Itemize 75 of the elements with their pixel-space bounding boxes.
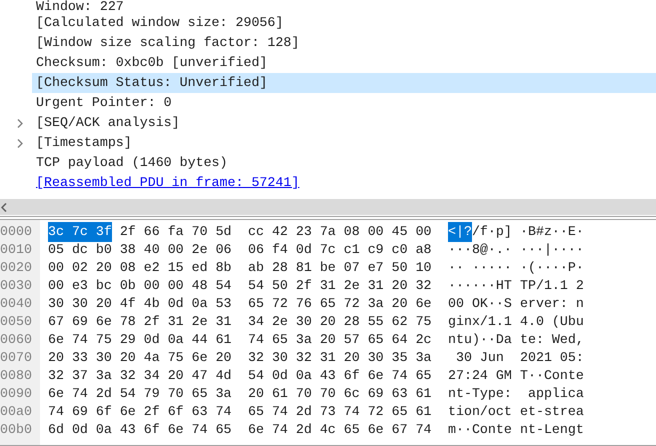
ascii-text[interactable]: 00 OK··S [448, 294, 512, 314]
hex-bytes[interactable]: 05 dc b0 38 40 00 2e 06 [48, 240, 232, 260]
hex-bytes[interactable]: 32 37 3a 32 34 20 47 4d [48, 366, 232, 386]
hex-bytes[interactable]: 06 f4 0d 7c c1 c9 c0 a8 [248, 240, 432, 260]
offset-label: 0090 [0, 385, 33, 404]
tree-item[interactable]: [Timestamps] [36, 133, 132, 153]
offset-label: 0010 [0, 241, 33, 260]
ascii-text[interactable]: ntu)··Da [448, 330, 512, 350]
ascii-text[interactable]: erver: n [520, 294, 584, 314]
hex-bytes[interactable]: 54 50 2f 31 2e 31 20 32 [248, 276, 432, 296]
offset-label: 0050 [0, 313, 33, 332]
ascii-text[interactable]: ginx/1.1 [448, 312, 512, 332]
ascii-text[interactable]: applica [520, 384, 584, 404]
ascii-text[interactable]: ·· ····· [448, 258, 512, 278]
tree-item[interactable]: [Window size scaling factor: 128] [36, 33, 300, 53]
tree-item[interactable]: [Calculated window size: 29056] [36, 13, 284, 33]
ascii-text[interactable]: nt-Lengt [520, 420, 584, 440]
hex-bytes[interactable]: 65 74 2d 73 74 72 65 61 [248, 402, 432, 422]
tree-item[interactable]: [Checksum Status: Unverified] [36, 73, 268, 93]
tree-item[interactable]: [SEQ/ACK analysis] [36, 113, 180, 133]
hex-bytes[interactable]: 6e 74 2d 4c 65 6e 67 74 [248, 420, 432, 440]
tree-item[interactable]: Window: 227 [36, 0, 124, 13]
ascii-text[interactable]: ·B#z··E· [520, 222, 584, 242]
ascii-text[interactable]: m··Conte [448, 420, 512, 440]
offset-label: 0060 [0, 331, 33, 350]
hex-bytes[interactable]: 2f 66 fa 70 5d [112, 222, 232, 242]
scroll-left-icon[interactable] [1, 202, 7, 212]
hex-bytes[interactable]: 65 72 76 65 72 3a 20 6e [248, 294, 432, 314]
hex-bytes[interactable]: 20 33 30 20 4a 75 6e 20 [48, 348, 232, 368]
selected-ascii-text[interactable]: <|? [448, 222, 472, 242]
ascii-text[interactable]: /f·p] [472, 222, 512, 242]
hex-bytes[interactable]: 34 2e 30 20 28 55 62 75 [248, 312, 432, 332]
offset-label: 0000 [0, 223, 33, 242]
hex-bytes[interactable]: 54 0d 0a 43 6f 6e 74 65 [248, 366, 432, 386]
offset-label: 0020 [0, 259, 33, 278]
selected-row-highlight[interactable]: [Checksum Status: Unverified] [32, 73, 656, 93]
ascii-text[interactable]: te: Wed, [520, 330, 584, 350]
hex-bytes[interactable]: 6e 74 2d 54 79 70 65 3a [48, 384, 232, 404]
ascii-text[interactable]: tion/oct [448, 402, 512, 422]
horizontal-scrollbar[interactable] [0, 199, 656, 215]
hex-bytes[interactable]: 00 e3 bc 0b 00 00 48 54 [48, 276, 232, 296]
hex-bytes[interactable]: 74 65 3a 20 57 65 64 2c [248, 330, 432, 350]
ascii-text[interactable]: 30 Jun [448, 348, 512, 368]
ascii-text[interactable]: ······HT [448, 276, 512, 296]
hex-bytes[interactable]: ab 28 81 be 07 e7 50 10 [248, 258, 432, 278]
ascii-text[interactable]: TP/1.1 2 [520, 276, 584, 296]
hex-bytes[interactable]: 6e 74 75 29 0d 0a 44 61 [48, 330, 232, 350]
ascii-text[interactable]: 27:24 GM [448, 366, 512, 386]
hex-bytes[interactable]: 32 30 32 31 20 30 35 3a [248, 348, 432, 368]
offset-label: 0030 [0, 277, 33, 296]
ascii-text[interactable]: 2021 05: [520, 348, 584, 368]
offset-label: 0080 [0, 367, 33, 386]
offset-label: 0040 [0, 295, 33, 314]
hex-bytes[interactable]: 20 61 70 70 6c 69 63 61 [248, 384, 432, 404]
offset-label: 0070 [0, 349, 33, 368]
ascii-text[interactable]: ···8@·.· [448, 240, 512, 260]
ascii-text[interactable]: et-strea [520, 402, 584, 422]
ascii-text[interactable]: 4.0 (Ubu [520, 312, 584, 332]
ascii-text[interactable]: ···|···· [520, 240, 584, 260]
selected-hex-bytes[interactable]: 3c 7c 3f [48, 222, 112, 242]
ascii-text[interactable]: nt-Type: [448, 384, 512, 404]
offset-label: 00a0 [0, 403, 33, 422]
hex-bytes[interactable]: 00 02 20 08 e2 15 ed 8b [48, 258, 232, 278]
hex-bytes[interactable]: 67 69 6e 78 2f 31 2e 31 [48, 312, 232, 332]
hex-bytes[interactable]: 6d 0d 0a 43 6f 6e 74 65 [48, 420, 232, 440]
tree-item[interactable]: Checksum: 0xbc0b [unverified] [36, 53, 268, 73]
hex-bytes[interactable]: cc 42 23 7a 08 00 45 00 [248, 222, 432, 242]
tree-item[interactable]: Urgent Pointer: 0 [36, 93, 172, 113]
ascii-text[interactable]: T··Conte [520, 366, 584, 386]
ascii-text[interactable]: ·(····P· [520, 258, 584, 278]
hex-bytes[interactable]: 30 30 20 4f 4b 0d 0a 53 [48, 294, 232, 314]
tree-item[interactable]: TCP payload (1460 bytes) [36, 153, 228, 173]
offset-label: 00b0 [0, 421, 33, 440]
hex-bytes[interactable]: 74 69 6f 6e 2f 6f 63 74 [48, 402, 232, 422]
frame-link[interactable]: [Reassembled PDU in frame: 57241] [36, 173, 300, 193]
